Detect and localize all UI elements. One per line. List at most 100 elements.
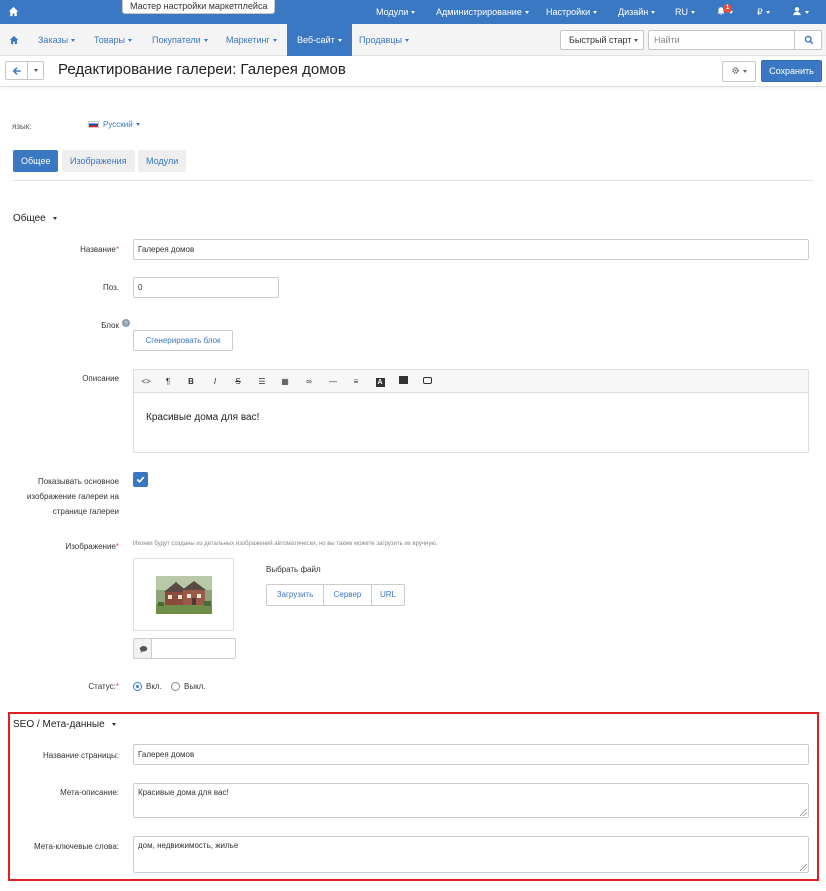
name-label-text: Название [80, 245, 116, 254]
name-label: Название* [80, 245, 119, 254]
menu-design-label: Дизайн [618, 7, 649, 17]
search-icon [804, 35, 814, 45]
tab-modules[interactable]: Модули [138, 150, 187, 172]
menu-administration-label: Администрирование [436, 7, 522, 17]
menu-currency[interactable]: ₽ [757, 0, 770, 24]
horizontal-rule-icon[interactable]: — [323, 374, 343, 389]
image-preview[interactable] [133, 558, 234, 631]
status-label: Статус:* [88, 682, 119, 691]
nav-orders-label: Заказы [38, 35, 69, 45]
image-icon[interactable] [393, 374, 413, 389]
choose-file-label: Выбрать файл [266, 565, 321, 574]
nav-marketing-label: Маркетинг [226, 35, 270, 45]
video-icon[interactable] [417, 374, 437, 389]
home-icon[interactable] [8, 6, 19, 17]
help-icon[interactable]: ? [122, 319, 130, 327]
menu-settings[interactable]: Настройки [546, 0, 598, 24]
page-title: Редактирование галереи: Галерея домов [58, 61, 346, 78]
menu-settings-label: Настройки [546, 7, 591, 17]
upload-button[interactable]: Загрузить [266, 584, 324, 606]
block-label: Блок [101, 321, 119, 330]
resize-grip-icon[interactable] [800, 809, 807, 816]
meta-description-value: Красивые дома для вас! [138, 788, 229, 797]
bold-icon[interactable]: B [181, 374, 201, 389]
chevron-down-icon [593, 11, 598, 15]
chevron-down-icon [52, 216, 57, 220]
chevron-down-icon [651, 11, 656, 15]
show-main-image-label-line1: Показывать основное [37, 477, 119, 486]
status-on-radio[interactable] [133, 682, 142, 691]
menu-modules[interactable]: Модули [376, 0, 416, 24]
marketplace-wizard-button[interactable]: Мастер настройки маркетплейса [122, 0, 276, 14]
language-selector[interactable]: Русский [88, 120, 140, 129]
nav-marketing[interactable]: Маркетинг [226, 24, 277, 56]
meta-description-textarea[interactable]: Красивые дома для вас! [133, 783, 809, 818]
quick-start-label: Быстрый старт [569, 35, 632, 45]
nav-orders[interactable]: Заказы [38, 24, 76, 56]
general-section-toggle[interactable]: Общее [13, 213, 57, 224]
nav-products[interactable]: Товары [94, 24, 132, 56]
menu-administration[interactable]: Администрирование [436, 0, 529, 24]
description-text[interactable]: Красивые дома для вас! [146, 412, 259, 423]
chevron-down-icon [411, 11, 416, 15]
search-input[interactable] [648, 30, 795, 50]
chevron-down-icon [765, 11, 770, 15]
url-button[interactable]: URL [371, 584, 405, 606]
user-icon [793, 7, 801, 16]
tab-general[interactable]: Общее [13, 150, 59, 172]
quick-start-button[interactable]: Быстрый старт [560, 30, 644, 50]
chevron-down-icon [135, 123, 140, 127]
generate-block-button[interactable]: Сгенерировать блок [133, 330, 233, 351]
image-alt-input[interactable] [151, 638, 236, 659]
paragraph-icon[interactable]: ¶ [158, 374, 178, 389]
menu-design[interactable]: Дизайн [618, 0, 656, 24]
show-main-image-label: Показывать основное изображение галереи … [27, 474, 119, 519]
nav-customers[interactable]: Покупатели [152, 24, 208, 56]
position-input[interactable]: 0 [133, 277, 279, 298]
chevron-down-icon [805, 11, 809, 15]
nav-website[interactable]: Веб-сайт [287, 24, 352, 56]
comment-icon [139, 646, 148, 653]
name-input[interactable]: Галерея домов [133, 239, 809, 260]
nav-website-label: Веб-сайт [297, 35, 335, 45]
search-button[interactable] [794, 30, 822, 50]
save-button[interactable]: Сохранить [761, 60, 822, 82]
code-view-icon[interactable]: <> [136, 374, 156, 389]
numbered-list-icon[interactable]: ▦ [275, 374, 295, 389]
show-main-image-checkbox[interactable] [133, 472, 148, 487]
russia-flag-icon [88, 121, 99, 128]
menu-modules-label: Модули [376, 7, 409, 17]
meta-description-label: Мета-описание: [60, 788, 119, 797]
menu-currency-label: ₽ [757, 7, 763, 17]
chevron-down-icon [634, 39, 639, 43]
chevron-down-icon [111, 722, 116, 726]
strikethrough-icon[interactable]: S [228, 374, 248, 389]
back-button[interactable] [5, 61, 28, 80]
server-button[interactable]: Сервер [323, 584, 372, 606]
status-off-radio[interactable] [171, 682, 180, 691]
align-icon[interactable]: ≡ [346, 374, 366, 389]
seo-section-title: SEO / Мета-данные [13, 719, 105, 730]
resize-grip-icon[interactable] [800, 864, 807, 871]
meta-keywords-textarea[interactable]: дом, недвижимость, жилье [133, 836, 809, 873]
link-icon[interactable]: ∞ [299, 374, 319, 389]
menu-language[interactable]: RU [675, 0, 695, 24]
description-label: Описание [82, 374, 119, 383]
nav-vendors[interactable]: Продавцы [359, 24, 409, 56]
user-menu[interactable] [792, 0, 809, 24]
home-icon[interactable] [9, 35, 19, 45]
chevron-down-icon [337, 39, 342, 43]
page-title-input[interactable]: Галерея домов [133, 744, 809, 765]
font-color-icon[interactable]: A [370, 374, 390, 389]
chevron-down-icon [203, 39, 208, 43]
image-hint: Иконки будут созданы из детальных изобра… [133, 541, 438, 547]
bullet-list-icon[interactable]: ☰ [252, 374, 272, 389]
seo-section-toggle[interactable]: SEO / Мета-данные [13, 719, 116, 730]
settings-dropdown-button[interactable] [722, 61, 756, 82]
italic-icon[interactable]: I [205, 374, 225, 389]
tabs-divider [13, 180, 813, 181]
back-dropdown-button[interactable] [28, 61, 44, 80]
required-marker: * [115, 682, 119, 691]
tab-images[interactable]: Изображения [62, 150, 135, 172]
editor-toolbar: <> ¶ B I S ☰ ▦ ∞ — ≡ A [134, 370, 808, 393]
